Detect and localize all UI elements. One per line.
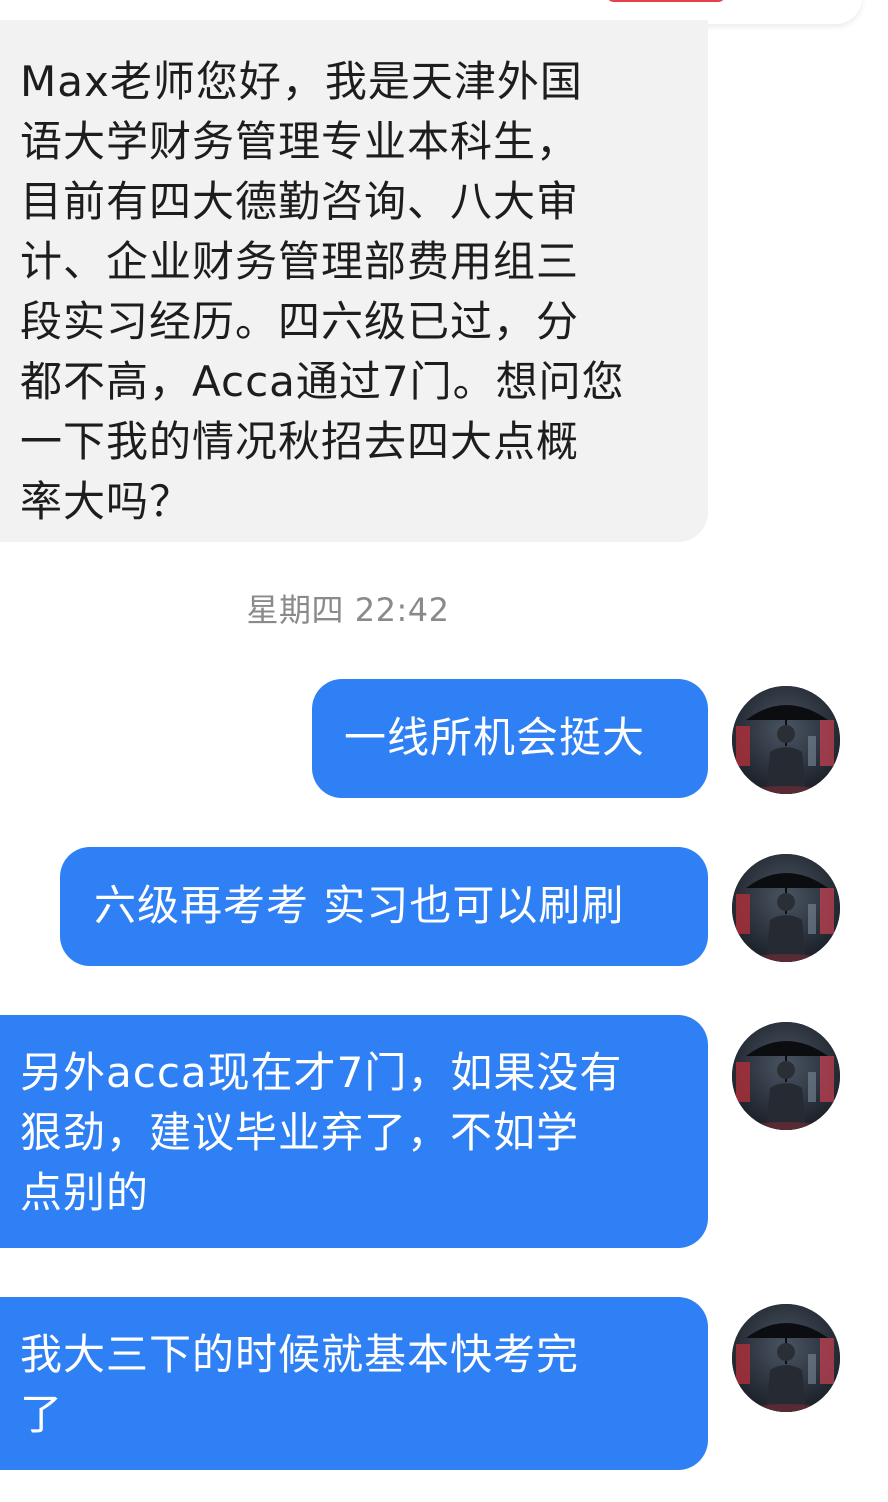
person-with-umbrella-avatar-icon[interactable] [732,1022,840,1130]
person-with-umbrella-avatar-icon[interactable] [732,854,840,962]
message-line: 计、企业财务管理部费用组三 [20,237,580,286]
message-line: 另外acca现在才7门，如果没有 [20,1048,623,1097]
message-text: 一线所机会挺大 [344,713,646,762]
outgoing-message-bubble[interactable]: 六级再考考 实习也可以刷刷 [60,847,708,966]
message-line: 率大吗？ [20,477,193,526]
message-line: 目前有四大德勤咨询、八大审 [20,177,580,226]
message-line: 段实习经历。四六级已过，分 [20,297,580,346]
outgoing-message-bubble[interactable]: 一线所机会挺大 [312,679,708,798]
message-text: 六级再考考 实习也可以刷刷 [94,881,625,930]
outgoing-message-bubble[interactable]: 我大三下的时候就基本快考完 了 [0,1297,708,1470]
message-line: 语大学财务管理专业本科生， [20,117,580,166]
top-red-badge [606,0,726,2]
incoming-message-bubble[interactable]: Max老师您好，我是天津外国 语大学财务管理专业本科生， 目前有四大德勤咨询、八… [0,20,708,542]
person-with-umbrella-avatar-icon[interactable] [732,1304,840,1412]
person-with-umbrella-avatar-icon[interactable] [732,686,840,794]
message-timestamp: 星期四 22:42 [246,591,450,629]
message-line: 了 [20,1390,64,1439]
chat-screen: Max老师您好，我是天津外国 语大学财务管理专业本科生， 目前有四大德勤咨询、八… [0,0,888,1502]
message-line: 点别的 [20,1168,150,1217]
message-line: 狠劲，建议毕业弃了，不如学 [20,1108,580,1157]
message-line: 都不高，Acca通过7门。想问您 [20,357,625,406]
outgoing-message-bubble[interactable]: 另外acca现在才7门，如果没有 狠劲，建议毕业弃了，不如学 点别的 [0,1015,708,1248]
message-line: 一下我的情况秋招去四大点概 [20,417,580,466]
message-line: 我大三下的时候就基本快考完 [20,1330,580,1379]
message-line: Max老师您好，我是天津外国 [20,57,583,106]
